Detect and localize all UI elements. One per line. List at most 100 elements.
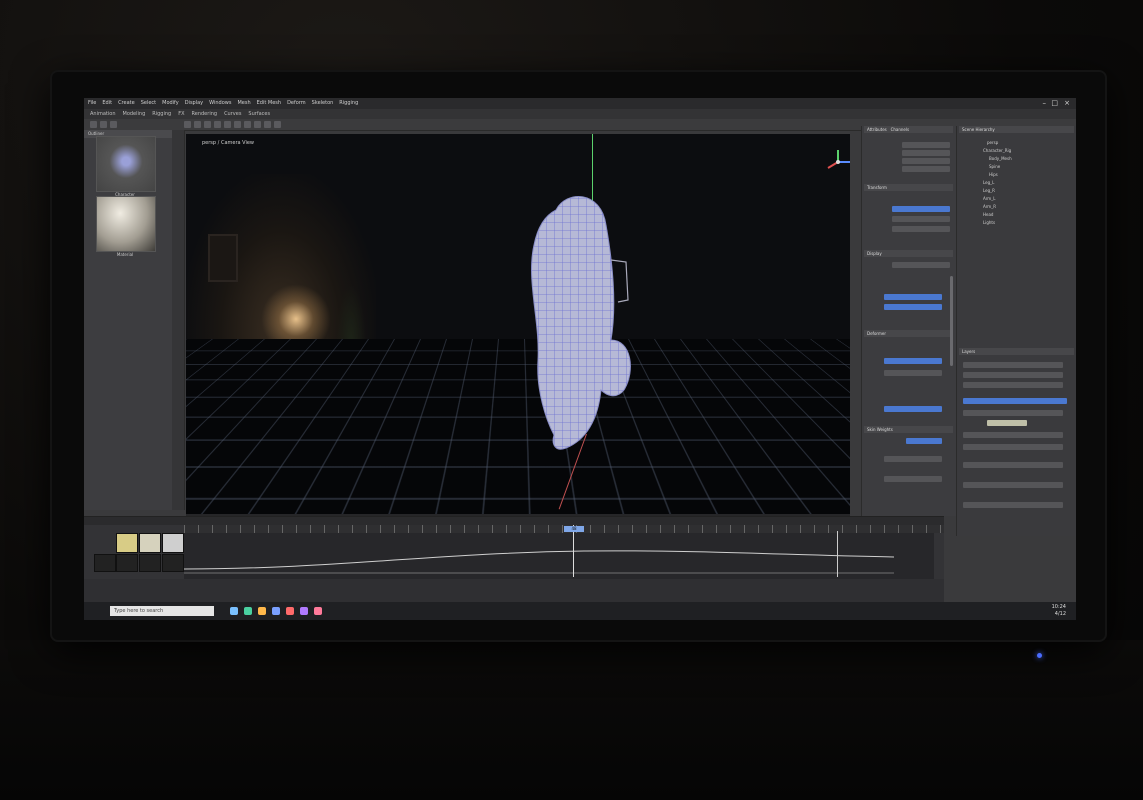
layer-row[interactable]: [963, 444, 1063, 450]
layer-row[interactable]: [963, 432, 1063, 438]
select-tool-icon[interactable]: [90, 121, 97, 128]
shelf-tab[interactable]: Surfaces: [248, 111, 270, 117]
attribute-field[interactable]: [892, 262, 950, 268]
scale-field[interactable]: [902, 158, 950, 164]
lasso-tool-icon[interactable]: [100, 121, 107, 128]
outliner-item[interactable]: Lights: [983, 220, 995, 226]
selected-attribute-field[interactable]: [884, 304, 942, 310]
menu-item[interactable]: Rigging: [339, 98, 358, 109]
menu-item[interactable]: Deform: [287, 98, 306, 109]
selected-attribute-field[interactable]: [906, 438, 942, 444]
shelf-tab[interactable]: Animation: [90, 111, 116, 117]
menu-item[interactable]: Create: [118, 98, 135, 109]
move-tool-icon[interactable]: [184, 121, 191, 128]
playhead[interactable]: [573, 525, 574, 577]
section-transform[interactable]: Transform: [864, 184, 953, 191]
shelf-tab[interactable]: Rigging: [152, 111, 171, 117]
range-slider[interactable]: [84, 579, 944, 603]
snap-point-icon[interactable]: [234, 121, 241, 128]
menu-item[interactable]: Select: [141, 98, 156, 109]
selected-attribute-field[interactable]: [884, 294, 942, 300]
section-deformer[interactable]: Deformer: [864, 330, 953, 337]
track-cell[interactable]: [139, 554, 161, 572]
outliner-item[interactable]: persp: [987, 140, 998, 146]
layer-color-field[interactable]: [987, 420, 1027, 426]
track-cell[interactable]: [116, 554, 138, 572]
layer-row[interactable]: [963, 362, 1063, 368]
outliner-item[interactable]: Hips: [989, 172, 998, 178]
material-thumbnail[interactable]: [96, 196, 156, 252]
layer-row[interactable]: [963, 482, 1063, 488]
menu-item[interactable]: Skeleton: [312, 98, 334, 109]
taskbar-clock[interactable]: 10:24 4/12: [1052, 604, 1066, 618]
shelf-tab[interactable]: Rendering: [192, 111, 218, 117]
attribute-field[interactable]: [884, 456, 942, 462]
tab-attributes[interactable]: Attributes: [867, 127, 887, 132]
ipr-render-icon[interactable]: [254, 121, 261, 128]
character-mesh[interactable]: [506, 190, 666, 460]
snap-grid-icon[interactable]: [214, 121, 221, 128]
outliner-item[interactable]: Body_Mesh: [989, 156, 1012, 162]
selected-attribute-field[interactable]: [884, 358, 942, 364]
taskbar-app-icon[interactable]: [286, 607, 294, 615]
layers-section-header[interactable]: Layers: [959, 348, 1074, 355]
taskbar-app-icon[interactable]: [314, 607, 322, 615]
orientation-gizmo-icon[interactable]: [824, 148, 850, 176]
key-swatch[interactable]: [162, 533, 184, 553]
outliner-item[interactable]: Character_Rig: [983, 148, 1011, 154]
outliner-item[interactable]: Spine: [989, 164, 1000, 170]
taskbar-app-icon[interactable]: [230, 607, 238, 615]
translate-field[interactable]: [902, 142, 950, 148]
menu-item[interactable]: Windows: [209, 98, 231, 109]
menu-item[interactable]: Display: [185, 98, 203, 109]
layer-row[interactable]: [963, 372, 1063, 378]
taskbar-search-box[interactable]: Type here to search: [110, 606, 214, 616]
scale-tool-icon[interactable]: [204, 121, 211, 128]
attribute-field[interactable]: [884, 476, 942, 482]
layer-row[interactable]: [963, 462, 1063, 468]
character-thumbnail[interactable]: [96, 136, 156, 192]
taskbar-app-icon[interactable]: [258, 607, 266, 615]
hypershade-icon[interactable]: [274, 121, 281, 128]
selected-layer-row[interactable]: [963, 398, 1067, 404]
render-settings-icon[interactable]: [264, 121, 271, 128]
attribute-scrollbar[interactable]: [950, 276, 953, 366]
taskbar-app-icon[interactable]: [300, 607, 308, 615]
section-display[interactable]: Display: [864, 250, 953, 257]
close-button[interactable]: ×: [1064, 99, 1070, 108]
taskbar-app-icon[interactable]: [244, 607, 252, 615]
shelf-tab[interactable]: Curves: [224, 111, 241, 117]
selected-attribute-field[interactable]: [892, 206, 950, 212]
attribute-field[interactable]: [892, 226, 950, 232]
taskbar-app-icon[interactable]: [272, 607, 280, 615]
section-skin-weights[interactable]: Skin Weights: [864, 426, 953, 433]
tab-channels[interactable]: Channels: [891, 127, 910, 132]
outliner-item[interactable]: Arm_L: [983, 196, 995, 202]
menu-item[interactable]: Edit: [102, 98, 112, 109]
track-cell[interactable]: [94, 554, 116, 572]
shelf-tab[interactable]: FX: [178, 111, 184, 117]
rotate-field[interactable]: [902, 150, 950, 156]
attribute-field[interactable]: [892, 216, 950, 222]
visibility-field[interactable]: [902, 166, 950, 172]
layer-row[interactable]: [963, 410, 1063, 416]
maximize-button[interactable]: □: [1051, 99, 1058, 108]
minimize-button[interactable]: –: [1043, 99, 1047, 108]
key-swatch[interactable]: [139, 533, 161, 553]
outliner-item[interactable]: Head: [983, 212, 993, 218]
layer-row[interactable]: [963, 502, 1063, 508]
selected-attribute-field[interactable]: [884, 406, 942, 412]
key-swatch[interactable]: [116, 533, 138, 553]
render-icon[interactable]: [244, 121, 251, 128]
menu-item[interactable]: Mesh: [237, 98, 250, 109]
graph-editor-curves[interactable]: [183, 533, 934, 579]
attribute-field[interactable]: [884, 370, 942, 376]
menu-item[interactable]: Modify: [162, 98, 179, 109]
outliner-item[interactable]: Arm_R: [983, 204, 996, 210]
menu-item[interactable]: Edit Mesh: [257, 98, 281, 109]
paint-tool-icon[interactable]: [110, 121, 117, 128]
3d-viewport[interactable]: persp / Camera View: [186, 134, 850, 514]
range-end-marker[interactable]: [837, 531, 838, 577]
rotate-tool-icon[interactable]: [194, 121, 201, 128]
outliner-item[interactable]: Leg_R: [983, 188, 995, 194]
